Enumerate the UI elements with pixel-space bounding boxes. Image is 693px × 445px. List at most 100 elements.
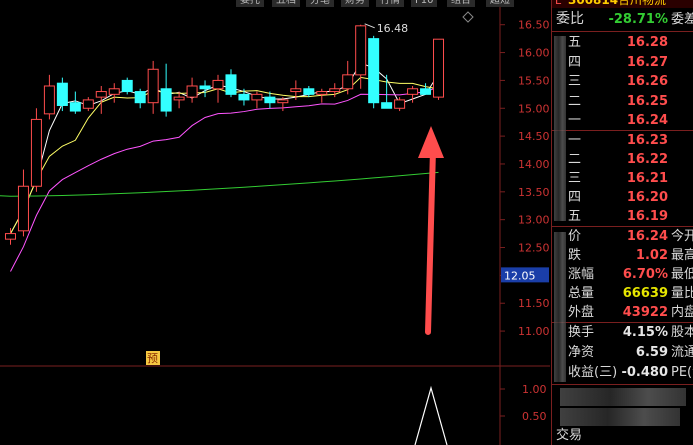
candle-body <box>329 88 341 93</box>
quote-row-value: 6.59 <box>635 345 668 360</box>
quote-row-label: 五 <box>568 35 582 50</box>
quote-row-value: 43922 <box>622 305 668 320</box>
candle[interactable] <box>30 108 42 192</box>
quote-row: 涨幅 6.70% 最低 <box>552 265 693 284</box>
tab-6[interactable]: 组合 <box>447 0 475 7</box>
candle-body <box>30 118 42 187</box>
candle-body <box>238 93 250 101</box>
quote-row-label: 净资 <box>568 345 595 360</box>
blurred-region <box>560 388 686 406</box>
candle-body <box>186 85 198 98</box>
quote-row-label: 三 <box>568 171 582 186</box>
quote-row-value: 16.23 <box>626 133 668 148</box>
candle-body <box>82 99 94 109</box>
candle-body <box>290 88 302 93</box>
candle[interactable] <box>121 77 133 95</box>
quote-row-value: 1.02 <box>635 248 668 263</box>
quote-row-value: 16.22 <box>626 152 668 167</box>
price-tick-label: 16.00 <box>518 47 550 60</box>
candle-body <box>199 85 211 90</box>
quote-row-ext: 最高 <box>671 248 693 263</box>
quote-row-label: 换手 <box>568 325 595 340</box>
blurred-region <box>554 232 566 382</box>
candle-body <box>43 85 55 115</box>
quote-row-label: 总量 <box>568 286 595 301</box>
price-tick-label: 15.50 <box>518 74 550 87</box>
quote-row: 净资 6.59 流通 <box>552 343 693 362</box>
quote-row-label: 涨幅 <box>568 267 595 282</box>
quote-row-value: 4.15% <box>622 325 668 340</box>
candle-body <box>212 79 224 90</box>
candle-body <box>121 79 133 93</box>
footer-row: 交易 <box>552 426 693 445</box>
candle-body <box>277 99 289 104</box>
quote-row-value: 16.24 <box>626 229 668 244</box>
price-tick-label: 12.50 <box>518 242 550 255</box>
chart-background <box>0 0 550 445</box>
candle-body <box>407 88 419 95</box>
candle[interactable] <box>433 38 445 100</box>
divider <box>552 384 693 385</box>
quote-row-label: 价 <box>568 229 582 244</box>
quote-row-label: 二 <box>568 93 582 109</box>
candle-body <box>251 93 263 101</box>
candle-body <box>95 91 107 98</box>
price-tick-label: 14.50 <box>518 130 550 143</box>
candle-body <box>394 99 406 109</box>
quote-row-label: 一 <box>568 113 582 128</box>
footer-label: 交易 <box>556 428 583 443</box>
quote-row-value: 16.19 <box>626 209 668 224</box>
candle-body <box>355 25 367 76</box>
quote-row-value: 6.70% <box>622 267 668 282</box>
candle-body <box>225 74 237 95</box>
quote-row: 一 16.24 <box>552 111 693 130</box>
quote-row-label: 跌 <box>568 248 582 263</box>
commission-value: -28.71% <box>608 12 668 27</box>
quote-row: 总量 66639 量比 <box>552 284 693 303</box>
tab-0[interactable]: 委托 <box>236 0 264 7</box>
candle-body <box>173 96 185 101</box>
quote-row-value: 16.26 <box>626 74 668 89</box>
quote-row-value: 16.27 <box>626 54 668 70</box>
tab-2[interactable]: 分笔 <box>306 0 334 7</box>
quote-row-ext: 流通 <box>671 345 693 360</box>
candle-body <box>134 91 146 104</box>
tab-7[interactable]: 超短 <box>486 0 514 7</box>
candle-body <box>303 88 315 95</box>
candle-body <box>264 96 276 104</box>
kline-chart[interactable]: 16.50 16.00 15.50 15.00 14.50 14.00 13.50 13.00… <box>0 0 550 445</box>
quote-row-label: 四 <box>568 190 582 205</box>
quote-row-value: 16.25 <box>626 93 668 109</box>
quote-row-ext: 股本 <box>671 325 693 340</box>
quote-panel: L 300814 合川物流 委比 -28.71% 委差 五 16.28 四 16.27… <box>551 0 693 445</box>
candle-body <box>108 88 120 95</box>
quote-row: 价 16.24 今开 <box>552 227 693 246</box>
tab-1[interactable]: 五档 <box>272 0 300 7</box>
price-tick-label: 11.50 <box>518 297 550 310</box>
code-prefix: L <box>555 0 562 7</box>
divider <box>552 31 693 32</box>
quote-row: 四 16.27 <box>552 53 693 72</box>
price-tick-label: 13.00 <box>518 214 550 227</box>
tab-5[interactable]: F10 <box>411 0 438 7</box>
commission-ext: 委差 <box>671 12 693 27</box>
indicator-tick-label: 0.50 <box>522 410 547 423</box>
quote-row-ext: 今开 <box>671 229 693 244</box>
candle-body <box>368 38 380 104</box>
quote-row: 四 16.20 <box>552 188 693 207</box>
quote-row: 换手 4.15% 股本 <box>552 323 693 342</box>
quote-row-value: 16.21 <box>626 171 668 186</box>
quote-row-value: 16.28 <box>626 35 668 50</box>
price-tick-label: 14.00 <box>518 158 550 171</box>
quote-row-label: 外盘 <box>568 305 595 320</box>
candle[interactable] <box>368 35 380 109</box>
quote-row-value: -0.480 <box>621 365 668 380</box>
quote-row: 三 16.21 <box>552 169 693 188</box>
tab-3[interactable]: 财务 <box>341 0 369 7</box>
quote-row: 五 16.19 <box>552 207 693 226</box>
tab-4[interactable]: 行情 <box>376 0 404 7</box>
commission-row: 委比 -28.71% 委差 <box>552 10 693 29</box>
quote-row-value: 16.20 <box>626 190 668 205</box>
candle-body <box>420 88 432 95</box>
quote-row: 收益(三)-0.480PE(动) <box>552 363 693 382</box>
